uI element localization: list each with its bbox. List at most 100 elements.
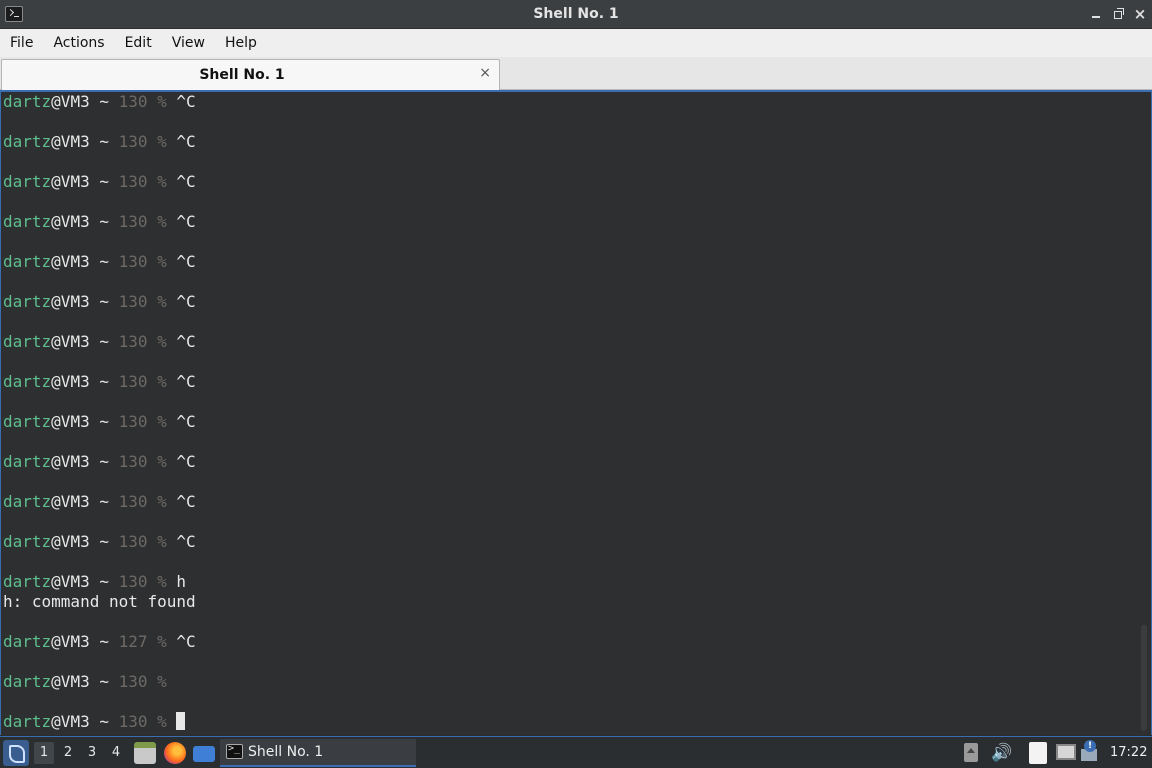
- prompt-user: dartz: [3, 252, 52, 271]
- prompt-user: dartz: [3, 632, 52, 651]
- terminal-line: dartz@VM3 ~ 130 % ^C: [3, 332, 1151, 352]
- show-desktop-icon[interactable]: [193, 746, 215, 762]
- prompt-user: dartz: [3, 572, 52, 591]
- prompt-host: @VM3 ~: [51, 212, 119, 231]
- prompt-host: @VM3 ~: [51, 632, 119, 651]
- terminal-line: dartz@VM3 ~ 130 % h: [3, 572, 1151, 592]
- prompt-exit-code: 130 %: [118, 132, 167, 151]
- tab-shell-1[interactable]: Shell No. 1 ×: [1, 59, 500, 90]
- menu-view[interactable]: View: [172, 35, 205, 51]
- typed-command: ^C: [166, 632, 196, 651]
- prompt-host: @VM3 ~: [51, 332, 119, 351]
- prompt-exit-code: 130 %: [118, 572, 167, 591]
- prompt-host: @VM3 ~: [51, 132, 119, 151]
- workspace-4[interactable]: 4: [106, 745, 126, 760]
- prompt-host: @VM3 ~: [51, 672, 119, 691]
- terminal-line: dartz@VM3 ~ 130 % ^C: [3, 452, 1151, 472]
- prompt-host: @VM3 ~: [51, 292, 119, 311]
- typed-command: ^C: [166, 212, 196, 231]
- prompt-user: dartz: [3, 532, 52, 551]
- terminal-line: dartz@VM3 ~ 130 % ^C: [3, 412, 1151, 432]
- close-button[interactable]: ×: [1131, 5, 1149, 23]
- prompt-user: dartz: [3, 712, 52, 731]
- prompt-exit-code: 130 %: [118, 492, 167, 511]
- clipboard-icon[interactable]: [1029, 742, 1047, 764]
- tab-bar: Shell No. 1 ×: [0, 57, 1152, 90]
- prompt-exit-code: 130 %: [118, 712, 167, 731]
- terminal-line: dartz@VM3 ~ 130 % ^C: [3, 532, 1151, 552]
- prompt-host: @VM3 ~: [51, 492, 119, 511]
- workspace-1[interactable]: 1: [34, 742, 54, 764]
- typed-command: ^C: [166, 292, 196, 311]
- typed-command: ^C: [166, 252, 196, 271]
- terminal-output[interactable]: dartz@VM3 ~ 130 % ^C dartz@VM3 ~ 130 % ^C…: [0, 90, 1152, 735]
- start-menu-icon[interactable]: [3, 740, 29, 766]
- prompt-host: @VM3 ~: [51, 252, 119, 271]
- firefox-icon[interactable]: [164, 742, 186, 764]
- workspace-2[interactable]: 2: [58, 745, 78, 760]
- terminal-line: dartz@VM3 ~ 130 %: [3, 712, 1151, 732]
- menu-edit[interactable]: Edit: [125, 35, 152, 51]
- typed-command: ^C: [166, 172, 196, 191]
- notification-icon[interactable]: [1081, 740, 1099, 761]
- workspace-3[interactable]: 3: [82, 745, 102, 760]
- prompt-host: @VM3 ~: [51, 92, 119, 111]
- menu-help[interactable]: Help: [225, 35, 257, 51]
- minimize-button[interactable]: [1088, 5, 1106, 23]
- prompt-exit-code: 130 %: [118, 372, 167, 391]
- prompt-exit-code: 130 %: [118, 452, 167, 471]
- prompt-exit-code: 130 %: [118, 332, 167, 351]
- network-icon[interactable]: [1056, 744, 1076, 760]
- terminal-line: dartz@VM3 ~ 130 % ^C: [3, 132, 1151, 152]
- prompt-exit-code: 130 %: [118, 292, 167, 311]
- terminal-task-icon: [226, 743, 243, 759]
- prompt-host: @VM3 ~: [51, 452, 119, 471]
- terminal-line: dartz@VM3 ~ 130 % ^C: [3, 212, 1151, 232]
- terminal-line: h: command not found: [3, 592, 1151, 612]
- taskbar-task-shell[interactable]: Shell No. 1: [220, 739, 416, 767]
- prompt-exit-code: 127 %: [118, 632, 167, 651]
- prompt-user: dartz: [3, 672, 52, 691]
- prompt-exit-code: 130 %: [118, 412, 167, 431]
- typed-command: ^C: [166, 92, 196, 111]
- typed-command: h: [166, 572, 187, 591]
- tab-close-icon[interactable]: ×: [479, 65, 491, 81]
- typed-command: ^C: [166, 132, 196, 151]
- prompt-user: dartz: [3, 172, 52, 191]
- prompt-user: dartz: [3, 492, 52, 511]
- file-manager-icon[interactable]: [134, 742, 156, 764]
- typed-command: [167, 712, 177, 731]
- terminal-line: dartz@VM3 ~ 130 % ^C: [3, 92, 1151, 112]
- prompt-host: @VM3 ~: [51, 532, 119, 551]
- typed-command: ^C: [166, 492, 196, 511]
- maximize-button[interactable]: [1110, 5, 1128, 23]
- typed-command: ^C: [166, 372, 196, 391]
- title-bar: Shell No. 1 ×: [0, 0, 1152, 29]
- clock[interactable]: 17:22: [1110, 745, 1147, 760]
- taskbar: 1 2 3 4 Shell No. 1 🔊 17:22: [0, 736, 1152, 768]
- prompt-exit-code: 130 %: [118, 92, 167, 111]
- terminal-line: dartz@VM3 ~ 130 % ^C: [3, 372, 1151, 392]
- menu-actions[interactable]: Actions: [53, 35, 104, 51]
- terminal-line: dartz@VM3 ~ 130 % ^C: [3, 292, 1151, 312]
- typed-command: ^C: [166, 452, 196, 471]
- volume-icon[interactable]: 🔊: [991, 743, 1012, 763]
- menu-file[interactable]: File: [10, 35, 33, 51]
- tray-expand-icon[interactable]: [964, 743, 978, 762]
- terminal-scrollbar[interactable]: [1141, 625, 1147, 731]
